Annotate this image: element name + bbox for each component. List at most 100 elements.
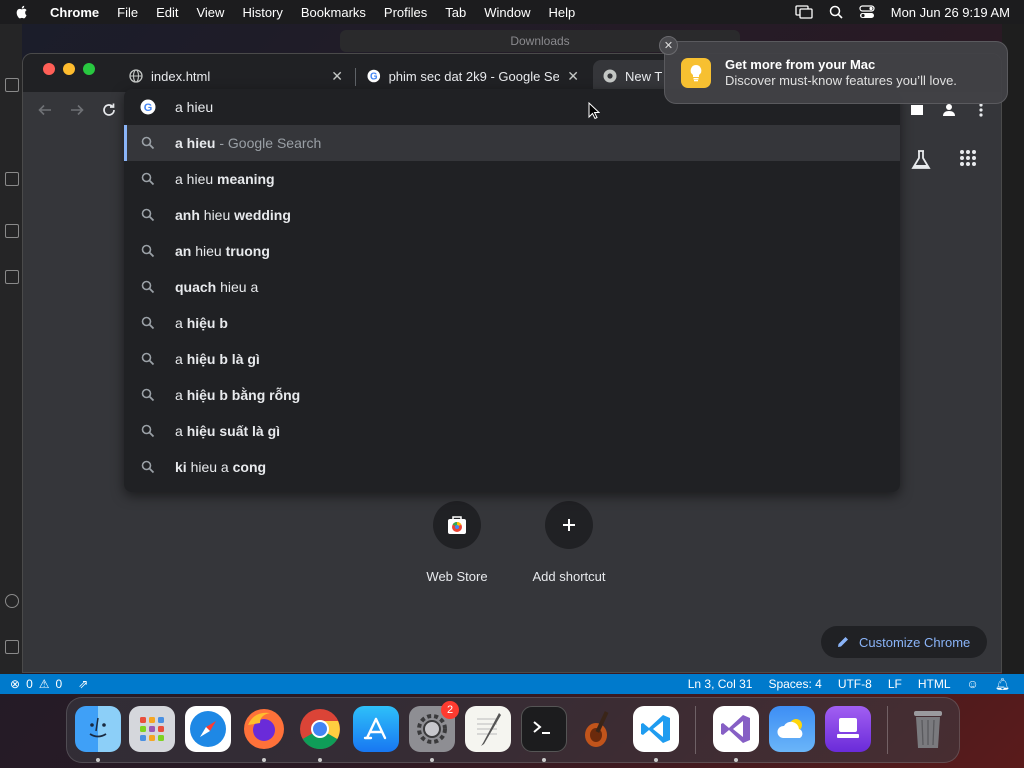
customize-chrome-button[interactable]: Customize Chrome [821,626,987,658]
back-button[interactable] [35,100,55,120]
tips-notification[interactable]: Get more from your Mac Discover must-kno… [664,41,1008,104]
dock-apple-configurator-icon[interactable] [825,706,871,752]
explorer-icon[interactable] [5,78,19,92]
menu-history[interactable]: History [242,5,282,20]
suggestion-item[interactable]: quach hieu a [124,269,900,305]
notifications-bell-icon[interactable]: 🔔︎ [995,677,1010,691]
vscode-status-bar: ⊗ 0 ⚠ 0 ⇗ Ln 3, Col 31 Spaces: 4 UTF-8 L… [0,674,1024,694]
globe-icon [129,69,143,83]
dock-finder-icon[interactable] [75,706,121,752]
tab-close-icon[interactable]: ✕ [567,68,579,85]
cursor-position[interactable]: Ln 3, Col 31 [688,677,753,691]
dock-visual-studio-icon[interactable] [713,706,759,752]
menu-help[interactable]: Help [549,5,576,20]
dock-vscode-icon[interactable] [633,706,679,752]
screen-mirroring-icon[interactable] [795,5,813,19]
dock-app-store-icon[interactable] [353,706,399,752]
running-indicator [262,758,266,762]
more-vertical-icon [979,103,983,117]
dock-terminal-icon[interactable] [521,706,567,752]
language-mode[interactable]: HTML [918,677,951,691]
menu-file[interactable]: File [117,5,138,20]
tab-google-search[interactable]: G phim sec dat 2k9 - Google Sea ✕ [357,60,589,92]
dock-firefox-icon[interactable] [241,706,287,752]
running-indicator [430,758,434,762]
suggestion-text: a hiệu b [175,315,228,331]
shortcut-web-store[interactable]: Web Store [402,501,512,584]
menu-tab[interactable]: Tab [445,5,466,20]
menu-clock[interactable]: Mon Jun 26 9:19 AM [891,5,1010,20]
dock-launchpad-icon[interactable] [129,706,175,752]
suggestion-item[interactable]: a hiệu b là gì [124,341,900,377]
indentation[interactable]: Spaces: 4 [768,677,821,691]
configurator-device-icon [837,718,859,738]
minimize-window-button[interactable] [63,63,75,75]
encoding[interactable]: UTF-8 [838,677,872,691]
warning-count[interactable]: 0 [56,677,63,691]
notification-close-button[interactable]: ✕ [659,36,678,55]
menu-bookmarks[interactable]: Bookmarks [301,5,366,20]
menu-app-name[interactable]: Chrome [50,5,99,20]
extensions-icon[interactable] [5,270,19,284]
error-count[interactable]: 0 [26,677,33,691]
reload-button[interactable] [99,100,119,120]
menu-edit[interactable]: Edit [156,5,178,20]
menu-profiles[interactable]: Profiles [384,5,427,20]
tab-separator [355,68,356,86]
running-indicator [96,758,100,762]
source-control-icon[interactable] [5,172,19,186]
menu-view[interactable]: View [196,5,224,20]
suggestion-item[interactable]: a hieu meaning [124,161,900,197]
spotlight-search-icon[interactable] [829,5,843,19]
cloud-sun-icon [777,719,803,738]
control-center-icon[interactable] [859,5,875,19]
guitar-icon [585,711,609,747]
debug-icon[interactable] [5,224,19,238]
visual-studio-logo-icon [721,715,750,743]
live-share-icon[interactable]: ⇗ [78,677,88,691]
search-icon [141,352,155,366]
dock: 2 [66,697,960,763]
dock-chrome-icon[interactable] [297,706,343,752]
error-icon[interactable]: ⊗ [10,677,20,691]
tab-title: New T [625,68,663,84]
suggestion-item[interactable]: anh hieu wedding [124,197,900,233]
end-of-line[interactable]: LF [888,677,902,691]
close-window-button[interactable] [43,63,55,75]
dock-garageband-icon[interactable] [577,706,623,752]
customize-chrome-label: Customize Chrome [859,634,971,650]
zoom-window-button[interactable] [83,63,95,75]
dock-textedit-icon[interactable] [465,706,511,752]
chrome-icon [603,69,617,83]
suggestion-text: a hieu - Google Search [175,135,322,151]
address-bar-text[interactable]: a hieu [175,99,213,115]
forward-button[interactable] [67,100,87,120]
add-shortcut-button[interactable]: Add shortcut [514,501,624,584]
menu-bar: Chrome File Edit View History Bookmarks … [0,0,1024,24]
menu-window[interactable]: Window [484,5,530,20]
dock-safari-icon[interactable] [185,706,231,752]
notification-badge: 2 [441,701,459,719]
suggestion-item[interactable]: a hiệu b bằng rỗng [124,377,900,413]
tab-index-html[interactable]: index.html ✕ [119,60,353,92]
google-apps-icon[interactable] [959,149,977,167]
suggestion-text: a hiệu suất là gì [175,423,281,439]
apple-menu-icon[interactable] [14,4,30,20]
tab-close-icon[interactable]: ✕ [331,68,343,85]
manage-gear-icon[interactable] [5,640,19,654]
suggestion-item[interactable]: a hiệu suất là gì [124,413,900,449]
feedback-icon[interactable]: ☺ [967,677,979,691]
suggestion-item[interactable]: a hiệu b [124,305,900,341]
dock-trash-icon[interactable] [905,706,951,752]
account-icon[interactable] [5,594,19,608]
suggestion-item[interactable]: an hieu truong [124,233,900,269]
search-icon [141,388,155,402]
shortcut-label: Web Store [426,569,488,584]
suggestion-item[interactable]: a hieu - Google Search [124,125,900,161]
labs-flask-icon[interactable] [910,149,932,171]
suggestion-text: a hieu meaning [175,171,275,187]
warning-icon[interactable]: ⚠ [39,677,50,691]
dock-weather-icon[interactable] [769,706,815,752]
dock-system-preferences-icon[interactable]: 2 [409,701,459,752]
suggestion-item[interactable]: ki hieu a cong [124,449,900,485]
